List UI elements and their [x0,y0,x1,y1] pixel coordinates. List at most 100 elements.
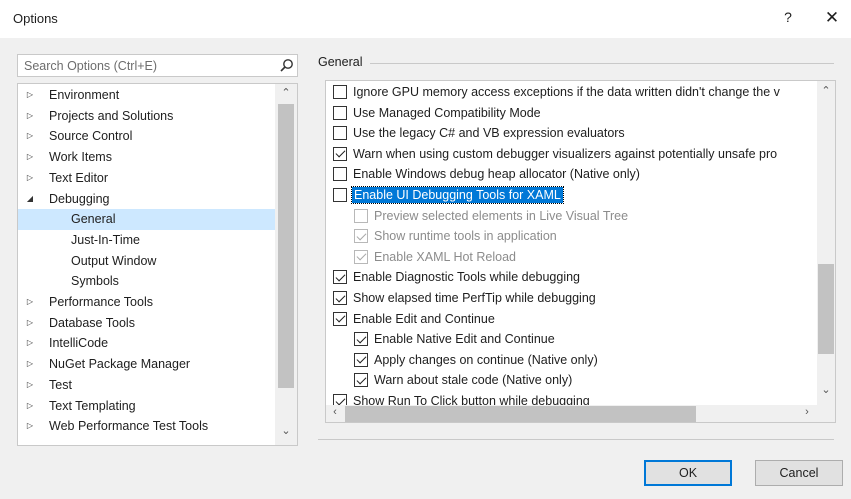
tree-item-text-templating[interactable]: ▷ Text Templating [18,396,276,417]
cancel-button[interactable]: Cancel [755,460,843,486]
tree-item-output-window[interactable]: Output Window [18,251,276,272]
tree-scrollbar[interactable]: ⌃ ⌄ [275,84,297,445]
option-checkbox[interactable] [333,167,347,182]
tree-item-test[interactable]: ▷ Test [18,375,276,396]
collapsed-arrow-icon[interactable]: ▷ [25,168,35,189]
collapsed-arrow-icon[interactable]: ▷ [25,313,35,334]
tree-item-label: Work Items [49,150,112,165]
option-checkbox[interactable] [333,146,347,161]
scroll-up-icon[interactable]: ⌃ [278,86,294,99]
scroll-down-icon[interactable]: ⌄ [818,383,834,396]
tree-item-work-items[interactable]: ▷ Work Items [18,147,276,168]
window-title: Options [13,11,58,26]
collapsed-arrow-icon[interactable]: ▷ [25,147,35,168]
search-icon[interactable] [279,58,294,73]
option-checkbox[interactable] [354,352,368,367]
option-checkbox[interactable] [333,85,347,99]
option-label: Enable Windows debug heap allocator (Nat… [353,167,640,182]
collapsed-arrow-icon[interactable]: ▷ [25,375,35,396]
collapsed-arrow-icon[interactable]: ▷ [25,292,35,313]
option-checkbox [354,208,368,223]
option-label: Enable Native Edit and Continue [374,332,555,347]
options-horizontal-scrollbar[interactable]: ‹ › [326,405,817,422]
search-box[interactable] [17,54,298,77]
tree-item-label: NuGet Package Manager [49,357,191,372]
options-horizontal-thumb[interactable] [345,406,696,422]
option-checkbox [354,229,368,244]
option-label: Use Managed Compatibility Mode [353,105,541,120]
tree-item-label: Projects and Solutions [49,108,174,123]
general-options-list[interactable]: Ignore GPU memory access exceptions if t… [325,80,836,423]
tree-scroll-thumb[interactable] [278,104,294,388]
tree-item-label: Source Control [49,129,133,144]
scroll-right-icon[interactable]: › [799,406,815,418]
scroll-left-icon[interactable]: ‹ [327,406,343,418]
option-label: Enable Diagnostic Tools while debugging [353,270,581,285]
title-bar: Options ? ✕ [0,0,851,38]
ok-button[interactable]: OK [644,460,732,486]
option-checkbox[interactable] [333,311,347,326]
option-checkbox[interactable] [333,270,347,285]
option-checkbox[interactable] [333,291,347,305]
collapsed-arrow-icon[interactable]: ▷ [25,106,35,127]
help-button[interactable]: ? [778,9,798,29]
tree-item-label: Just-In-Time [71,232,140,247]
collapsed-arrow-icon[interactable]: ▷ [25,85,35,106]
tree-item-database-tools[interactable]: ▷ Database Tools [18,313,276,334]
option-checkbox[interactable] [333,126,347,141]
option-checkbox[interactable] [354,332,368,347]
scroll-down-icon[interactable]: ⌄ [278,424,294,437]
option-label: Enable XAML Hot Reload [374,249,516,264]
option-label: Enable Edit and Continue [353,311,495,326]
collapsed-arrow-icon[interactable]: ▷ [25,354,35,375]
option-label: Enable UI Debugging Tools for XAML [351,186,564,204]
scrollbar-corner [817,405,835,422]
tree-item-projects-and-solutions[interactable]: ▷ Projects and Solutions [18,106,276,127]
option-label: Show elapsed time PerfTip while debuggin… [353,291,596,305]
collapsed-arrow-icon[interactable]: ▷ [25,333,35,354]
tree-item-environment[interactable]: ▷ Environment [18,85,276,106]
tree-item-symbols[interactable]: Symbols [18,271,276,292]
option-label: Warn about stale code (Native only) [374,373,573,388]
expanded-arrow-icon[interactable]: ◢ [25,189,35,210]
collapsed-arrow-icon[interactable]: ▷ [25,416,35,437]
option-checkbox[interactable] [333,105,347,120]
tree-item-label: Web Performance Test Tools [49,419,209,434]
option-checkbox[interactable] [354,373,368,388]
tree-item-web-performance-test-tools[interactable]: ▷ Web Performance Test Tools [18,416,276,437]
tree-item-label: Text Templating [49,398,136,413]
option-label: Show runtime tools in application [374,229,557,244]
close-button[interactable]: ✕ [820,5,844,31]
group-divider [370,63,834,64]
options-tree[interactable]: ▷ Environment ▷ Projects and Solutions ▷ Sour… [17,83,298,446]
tree-item-performance-tools[interactable]: ▷ Performance Tools [18,292,276,313]
tree-item-label: Output Window [71,253,157,268]
tree-item-label: Symbols [71,274,119,289]
option-label: Preview selected elements in Live Visual… [374,208,629,223]
search-input[interactable] [18,55,268,76]
options-vertical-thumb[interactable] [818,264,834,354]
option-label: Warn when using custom debugger visualiz… [353,146,778,161]
tree-item-intellicode[interactable]: ▷ IntelliCode [18,333,276,354]
option-label: Apply changes on continue (Native only) [374,352,598,367]
tree-item-general[interactable]: General [18,209,276,230]
tree-item-label: Debugging [49,191,110,206]
tree-item-just-in-time[interactable]: Just-In-Time [18,230,276,251]
tree-item-debugging[interactable]: ◢ Debugging [18,189,276,210]
group-title: General [318,55,363,69]
tree-item-source-control[interactable]: ▷ Source Control [18,126,276,147]
tree-item-label: Environment [49,88,120,102]
tree-item-label: General [71,212,116,227]
divider [318,439,834,440]
collapsed-arrow-icon[interactable]: ▷ [25,396,35,417]
collapsed-arrow-icon[interactable]: ▷ [25,126,35,147]
option-label: Use the legacy C# and VB expression eval… [353,126,625,141]
option-checkbox[interactable] [333,188,347,202]
tree-item-text-editor[interactable]: ▷ Text Editor [18,168,276,189]
option-label: Ignore GPU memory access exceptions if t… [353,85,780,99]
tree-item-label: Test [49,377,72,392]
tree-item-label: Database Tools [49,315,135,330]
options-vertical-scrollbar[interactable]: ⌃ ⌄ [817,81,835,405]
tree-item-nuget-package-manager[interactable]: ▷ NuGet Package Manager [18,354,276,375]
scroll-up-icon[interactable]: ⌃ [818,84,834,97]
